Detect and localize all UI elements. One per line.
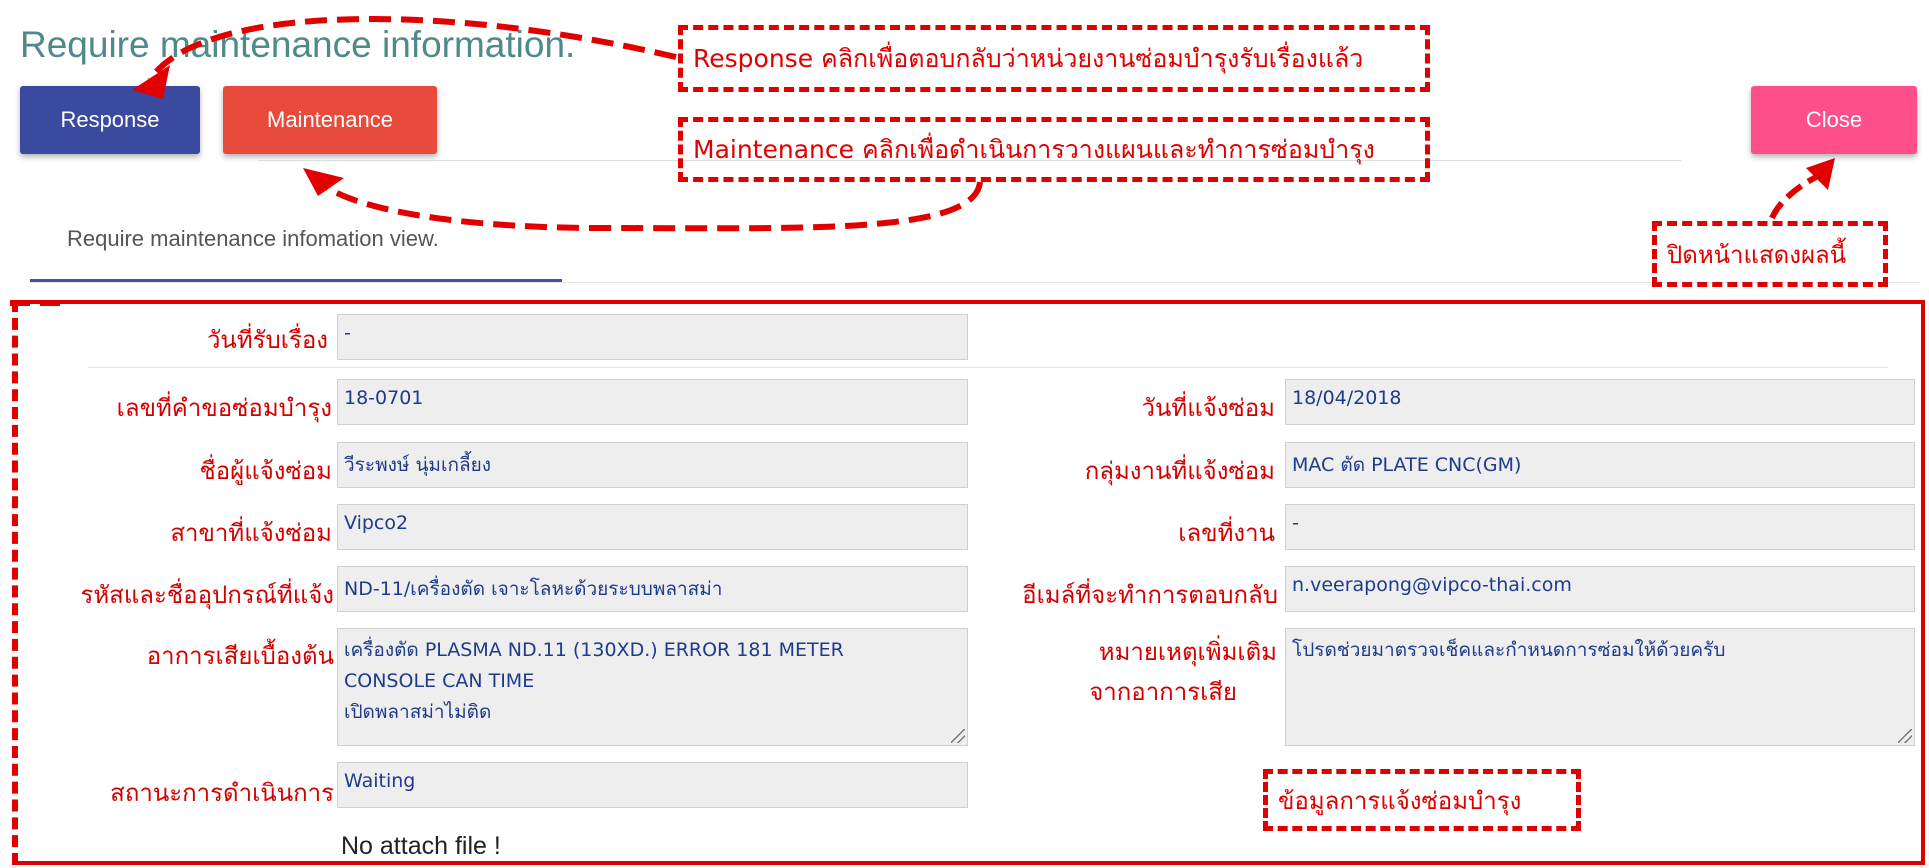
symptom-textarea[interactable]: เครื่องตัด PLASMA ND.11 (130XD.) ERROR 1… bbox=[337, 628, 968, 746]
remark-textarea[interactable]: โปรดช่วยมาตรวจเช็คและกำหนดการซ่อมให้ด้วย… bbox=[1285, 628, 1915, 746]
remark-label-line-1: หมายเหตุเพิ่มเติม bbox=[1098, 638, 1277, 666]
symptom-label: อาการเสียเบื้องต้น bbox=[146, 642, 334, 670]
attach-status-text: No attach file ! bbox=[341, 832, 501, 860]
request-no-label: เลขที่คำขอซ่อมบำรุง bbox=[116, 394, 332, 422]
request-date-field[interactable]: 18/04/2018 bbox=[1285, 379, 1915, 425]
requester-label: ชื่อผู้แจ้งซ่อม bbox=[199, 457, 332, 485]
email-label: อีเมล์ที่จะทำการตอบกลับ bbox=[1022, 581, 1278, 609]
status-label: สถานะการดำเนินการ bbox=[110, 779, 334, 807]
job-no-field[interactable]: - bbox=[1285, 504, 1915, 550]
symptom-line-1: เครื่องตัด PLASMA ND.11 (130XD.) ERROR 1… bbox=[344, 639, 844, 661]
received-date-field[interactable]: - bbox=[337, 314, 968, 360]
work-group-field[interactable]: MAC ตัด PLATE CNC(GM) bbox=[1285, 442, 1915, 488]
requester-field[interactable]: วีระพงษ์ นุ่มเกลี้ยง bbox=[337, 442, 968, 488]
received-date-label: วันที่รับเรื่อง bbox=[206, 326, 328, 354]
branch-field[interactable]: Vipco2 bbox=[337, 504, 968, 550]
request-no-field[interactable]: 18-0701 bbox=[337, 379, 968, 425]
equipment-field[interactable]: ND-11/เครื่องตัด เจาะโลหะด้วยระบบพลาสม่า bbox=[337, 566, 968, 612]
email-field[interactable]: n.veerapong@vipco-thai.com bbox=[1285, 566, 1915, 612]
symptom-line-2: CONSOLE CAN TIME bbox=[344, 670, 535, 692]
work-group-label: กลุ่มงานที่แจ้งซ่อม bbox=[1084, 457, 1275, 485]
equipment-label: รหัสและชื่ออุปกรณ์ที่แจ้ง bbox=[80, 581, 334, 609]
resize-handle-icon[interactable] bbox=[951, 729, 965, 743]
resize-handle-icon[interactable] bbox=[1898, 729, 1912, 743]
request-date-label: วันที่แจ้งซ่อม bbox=[1141, 394, 1275, 422]
status-field[interactable]: Waiting bbox=[337, 762, 968, 808]
remark-label-line-2: จากอาการเสีย bbox=[1089, 678, 1237, 706]
job-no-label: เลขที่งาน bbox=[1178, 519, 1275, 547]
branch-label: สาขาที่แจ้งซ่อม bbox=[170, 519, 332, 547]
section-divider bbox=[88, 367, 1888, 368]
remark-text: โปรดช่วยมาตรวจเช็คและกำหนดการซ่อมให้ด้วย… bbox=[1292, 639, 1726, 661]
symptom-line-3: เปิดพลาสม่าไม่ติด bbox=[344, 701, 492, 723]
